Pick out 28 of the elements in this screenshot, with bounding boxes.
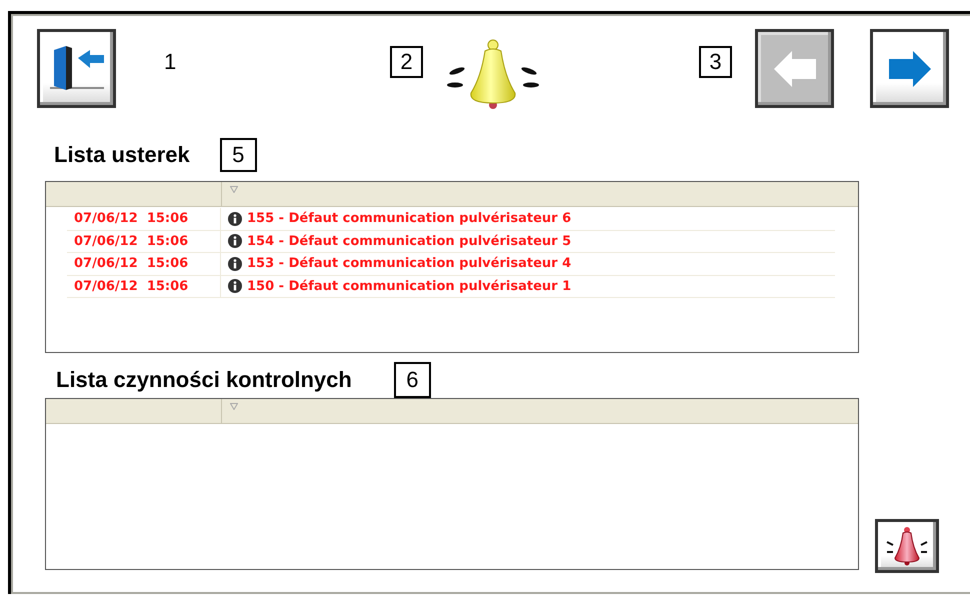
left-arrow-icon xyxy=(772,48,818,88)
label-number: 1 xyxy=(164,49,178,75)
label-number: 2 xyxy=(390,46,423,78)
message-cell: 155 - Défaut communication pulvérisateur 6 xyxy=(247,211,572,226)
timestamp-cell: 07/06/12 15:06 xyxy=(67,208,221,230)
ringing-bell-icon xyxy=(445,37,541,109)
info-icon xyxy=(228,234,242,248)
timestamp-cell: 07/06/12 15:06 xyxy=(67,276,221,297)
message-cell: 154 - Défaut communication pulvérisateur 5 xyxy=(247,234,572,249)
info-icon xyxy=(228,212,242,226)
section-title: Lista usterek xyxy=(54,142,190,168)
forward-button[interactable] xyxy=(870,29,949,108)
timestamp-cell: 07/06/12 15:06 xyxy=(67,253,221,274)
message-cell: 150 - Défaut communication pulvérisateur 1 xyxy=(247,278,572,294)
right-arrow-icon xyxy=(886,48,932,88)
sort-icon[interactable] xyxy=(230,403,238,410)
sort-icon[interactable] xyxy=(230,186,238,193)
label-number: 6 xyxy=(394,362,431,398)
label-number: 3 xyxy=(699,46,732,78)
section-title: Lista czynności kontrolnych xyxy=(56,367,352,393)
info-icon xyxy=(228,279,242,294)
info-icon xyxy=(228,256,242,271)
alarm-button[interactable] xyxy=(875,519,939,573)
label-number: 5 xyxy=(220,138,257,172)
exit-button[interactable] xyxy=(37,29,116,108)
message-cell: 153 - Défaut communication pulvérisateur 4 xyxy=(247,256,572,272)
ringing-bell-icon xyxy=(884,526,930,566)
timestamp-cell: 07/06/12 15:06 xyxy=(67,230,221,252)
